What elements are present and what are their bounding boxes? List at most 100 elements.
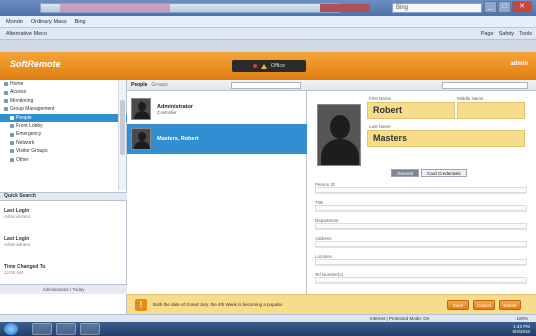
quick-search-header: Quick Search — [0, 192, 127, 201]
tab-general[interactable]: General — [391, 169, 420, 177]
certificate-indicator[interactable] — [320, 4, 370, 12]
cancel-button[interactable]: Cancel — [473, 300, 495, 310]
taskbar-ie-icon[interactable] — [32, 323, 52, 335]
list-item[interactable]: Administrator Controller — [127, 94, 307, 124]
tools-menu[interactable]: Tools — [519, 31, 532, 37]
maximize-icon[interactable]: □ — [498, 1, 511, 13]
tree-item-emergency[interactable]: Emergency — [0, 130, 127, 138]
menu-item[interactable]: Mondo — [6, 19, 23, 25]
person-icon — [10, 115, 14, 120]
people-list-panel: People Groups Administrator Controller M… — [127, 80, 307, 294]
quick-link-sub: Administrator — [4, 242, 31, 247]
person-subtitle: Controller — [157, 109, 177, 115]
tree-item-access[interactable]: Access — [0, 88, 127, 96]
browser-search-input[interactable]: Bing — [392, 3, 482, 13]
tree-item-monitoring[interactable]: Monitoring — [0, 97, 127, 105]
tree-label: Access — [10, 89, 27, 96]
tab-card-credentials[interactable]: Card Credentials — [421, 169, 467, 177]
quick-link-sub: 12:00 AM — [4, 270, 24, 275]
app-header: SoftRemote Office admin — [0, 52, 536, 80]
detail-search-input[interactable] — [442, 82, 528, 89]
notification-bar: ! Both the date of Grand Jury, the 4th W… — [127, 294, 536, 314]
tree-label: Group Management — [10, 106, 55, 113]
menu-item[interactable]: Ordinary Mass — [31, 19, 67, 25]
detail-field-row: Title — [315, 198, 527, 212]
field-input[interactable] — [315, 259, 527, 265]
sidebar-scrollbar[interactable] — [118, 80, 126, 190]
minimize-icon[interactable]: _ — [484, 1, 497, 13]
tree-label: Emergency — [16, 131, 42, 138]
detail-field-row: Address — [315, 234, 527, 248]
address-highlight — [60, 4, 170, 12]
field-input[interactable] — [315, 205, 527, 211]
group-icon — [10, 149, 14, 154]
navigation-tree: Home Access Monitoring Group Management … — [0, 80, 127, 190]
command-bar: Page Safety Tools — [481, 28, 532, 40]
warning-icon — [260, 63, 267, 69]
quick-link[interactable]: Last Login Administrator — [4, 208, 31, 219]
tree-item-network[interactable]: Network — [0, 139, 127, 147]
list-item[interactable]: Masters, Robert — [127, 124, 307, 154]
favorite-link[interactable]: Alternative Meco — [6, 31, 47, 37]
field-input[interactable] — [315, 277, 527, 283]
tree-item-visitor-groups[interactable]: Visitor Groups — [0, 147, 127, 155]
tree-label: Front Lobby — [16, 122, 43, 129]
tree-item-front-lobby[interactable]: Front Lobby — [0, 122, 127, 130]
door-icon — [10, 124, 14, 129]
list-search-input[interactable] — [231, 82, 301, 89]
close-icon[interactable]: ✕ — [512, 1, 532, 13]
system-clock[interactable]: 1:42 PM 6/4/2010 — [512, 324, 530, 334]
person-photo[interactable] — [317, 104, 361, 166]
browser-menu-bar: Mondo Ordinary Mass Bing — [0, 16, 536, 28]
app-nav-switcher[interactable]: Office — [232, 60, 306, 72]
tab-people[interactable]: People — [131, 82, 147, 88]
user-menu[interactable]: admin — [510, 61, 528, 67]
start-button[interactable] — [4, 323, 18, 335]
nav-label: Office — [270, 63, 286, 69]
window-controls: _ □ ✕ — [484, 1, 532, 14]
sidebar-bottom-spacer — [0, 294, 127, 314]
person-detail-panel: First Name Middle Name Robert Last Name … — [307, 80, 536, 294]
warning-icon: ! — [135, 299, 147, 311]
tree-label: Other — [16, 156, 29, 163]
quick-link[interactable]: Time Changed To 12:00 AM — [4, 264, 45, 275]
taskbar-explorer-icon[interactable] — [56, 323, 76, 335]
taskbar-app-icon[interactable] — [80, 323, 100, 335]
field-input[interactable] — [315, 187, 527, 193]
tree-item-group-management[interactable]: Group Management — [0, 105, 127, 113]
detail-toolbar — [307, 80, 536, 91]
tree-label: Visitor Groups — [16, 148, 48, 155]
field-input[interactable] — [315, 223, 527, 229]
first-name-label: First Name — [369, 96, 392, 101]
menu-item[interactable]: Bing — [75, 19, 86, 25]
tree-item-people[interactable]: People — [0, 113, 127, 122]
page-menu[interactable]: Page — [481, 31, 494, 37]
scrollbar-thumb[interactable] — [120, 100, 125, 155]
avatar — [131, 98, 151, 120]
alert-icon — [10, 132, 14, 137]
save-button[interactable]: Save — [447, 300, 469, 310]
tree-item-other[interactable]: Other — [0, 156, 127, 164]
monitor-icon — [4, 98, 8, 103]
field-input[interactable] — [315, 241, 527, 247]
list-header: People Groups — [127, 80, 307, 91]
person-name: Administrator — [157, 103, 194, 110]
quick-link[interactable]: Last Login Administrator — [4, 236, 31, 247]
taskbar: 1:42 PM 6/4/2010 — [0, 322, 536, 336]
first-name-field[interactable]: Robert — [367, 102, 455, 119]
status-dot-icon — [252, 64, 257, 68]
detail-field-row: Person ID — [315, 180, 527, 194]
middle-name-field[interactable] — [457, 102, 525, 119]
detail-field-row: Department — [315, 216, 527, 230]
tree-label: Network — [16, 139, 35, 146]
last-name-label: Last Name — [369, 124, 391, 129]
tree-label: People — [16, 114, 32, 121]
tab-groups[interactable]: Groups — [151, 82, 167, 88]
sidebar: Home Access Monitoring Group Management … — [0, 80, 127, 294]
last-name-field[interactable]: Masters — [367, 130, 525, 147]
avatar — [131, 128, 151, 150]
clock-date: 6/4/2010 — [512, 329, 530, 334]
tree-item-home[interactable]: Home — [0, 80, 127, 88]
delete-button[interactable]: Delete — [499, 300, 521, 310]
safety-menu[interactable]: Safety — [499, 31, 515, 37]
